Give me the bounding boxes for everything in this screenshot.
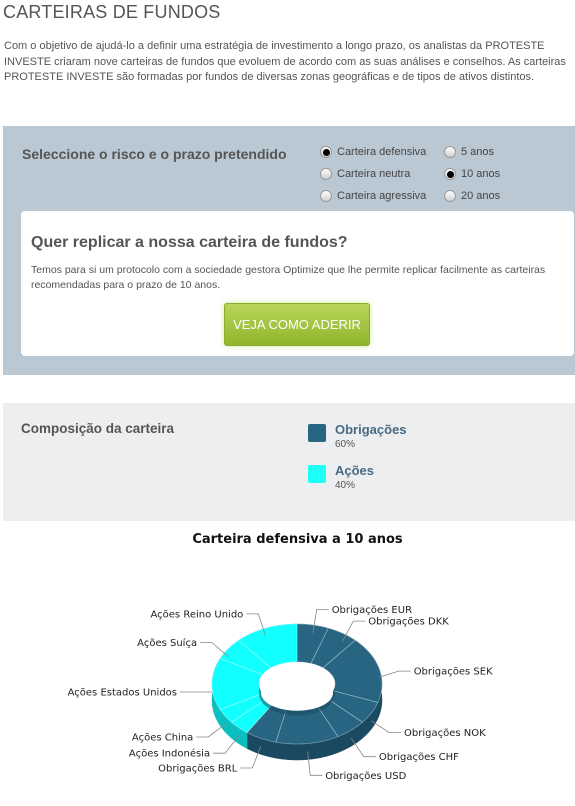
promo-text: Temos para si um protocolo com a socieda… [31,264,546,291]
legend-swatch [308,465,326,483]
radio-unchecked-icon[interactable] [320,168,332,180]
slice-label: Obrigações SEK [414,667,493,678]
legend-name: Obrigações [335,422,407,437]
slice-label: Obrigações BRL [158,764,238,775]
radio-label: 10 anos [461,168,501,180]
veja-como-aderir-button[interactable]: VEJA COMO ADERIR [224,303,370,346]
radio-label: Carteira neutra [337,168,411,180]
radio-carteira-neutra[interactable]: Carteira neutra [320,168,410,180]
radio-20-anos[interactable]: 20 anos [444,190,500,202]
chart-title: Carteira defensiva a 10 anos [192,532,403,547]
radio-unchecked-icon[interactable] [444,190,456,202]
slice-label: Ações Reino Unido [151,609,244,620]
radio-label: Carteira defensiva [337,146,427,158]
slice-label: Obrigações NOK [404,728,486,739]
slice-label: Ações Suíça [137,637,197,649]
legend-swatch [308,424,326,442]
portfolio-donut-chart: Obrigações EURObrigações DKK Obrigações S… [68,605,493,782]
radio-checked-icon[interactable] [444,168,456,180]
radio-carteira-agressiva[interactable]: Carteira agressiva [320,190,426,202]
promo-title: Quer replicar a nossa carteira de fundos… [31,234,348,251]
intro-paragraph: Com o objetivo de ajudá-lo a definir uma… [4,40,566,83]
radio-unchecked-icon[interactable] [444,146,456,158]
composition-label: Composição da carteira [21,421,175,436]
radio-10-anos[interactable]: 10 anos [444,168,500,180]
radio-checked-icon[interactable] [320,146,332,158]
radio-unchecked-icon[interactable] [320,190,332,202]
slice-label: Ações China [132,733,193,744]
replicate-promo-card: Quer replicar a nossa carteira de fundos… [21,211,574,356]
risk-term-selector: Seleccione o risco e o prazo pretendido … [3,126,575,375]
slice-label: Obrigações EUR [332,605,412,616]
radio-label: Carteira agressiva [337,190,427,202]
radio-5-anos[interactable]: 5 anos [444,146,494,158]
slice-label: Obrigações USD [325,771,406,782]
radio-label: 20 anos [461,190,501,202]
legend-percent: 60% [335,439,356,450]
page-title: CARTEIRAS DE FUNDOS [3,2,221,22]
donut-hole-floor [261,674,333,711]
selector-label: Seleccione o risco e o prazo pretendido [22,146,287,162]
slice-label: Ações Indonésia [129,748,210,760]
legend-percent: 40% [335,480,356,491]
slice-label: Ações Estados Unidos [68,688,177,699]
slice-label: Obrigações DKK [368,617,449,628]
slice-label: Obrigações CHF [379,752,459,763]
radio-carteira-defensiva[interactable]: Carteira defensiva [320,146,426,158]
legend-name: Ações [335,463,375,478]
label-leader-line [379,670,411,678]
radio-label: 5 anos [461,146,495,158]
portfolio-composition-panel: Composição da carteira Obrigações 60% Aç… [3,403,575,521]
